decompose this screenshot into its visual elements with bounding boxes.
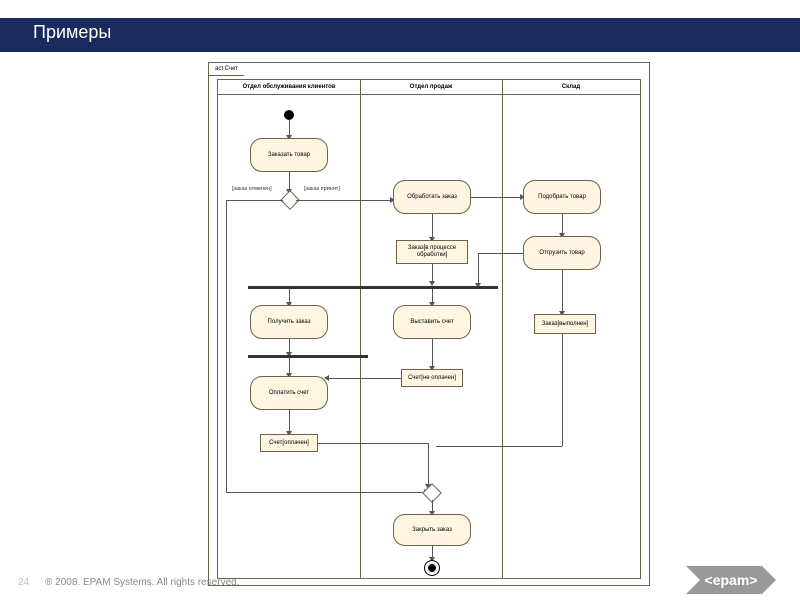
activity-process-order: Обработать заказ xyxy=(393,180,471,214)
lane-sep-1 xyxy=(360,80,361,578)
fork-bar xyxy=(248,286,498,289)
logo-text: <epam> xyxy=(705,572,758,588)
activity-close-order: Закрыть заказ xyxy=(393,514,471,546)
activity-ship-goods: Отгрузить товар xyxy=(523,236,601,270)
object-invoice-paid: Счет[оплачен] xyxy=(260,434,318,452)
lane-header-sales: Отдел продаж xyxy=(360,80,502,95)
object-invoice-unpaid: Счет[не оплачен] xyxy=(401,369,463,387)
diagram-tab: act Счет xyxy=(208,62,244,76)
epam-logo: <epam> xyxy=(686,566,776,594)
lane-header-customer: Отдел обслуживания клиентов xyxy=(218,80,360,95)
title-bar xyxy=(0,18,800,52)
final-node xyxy=(424,560,440,576)
page-number: 24 xyxy=(18,577,29,588)
copyright: ® 2008. EPAM Systems. All rights reserve… xyxy=(45,577,239,588)
lane-header-warehouse: Склад xyxy=(502,80,640,95)
activity-pay-invoice: Оплатить счет xyxy=(250,376,328,410)
guard-rejected: [заказ отменен] xyxy=(232,186,272,192)
initial-node xyxy=(284,110,294,120)
lane-sep-2 xyxy=(502,80,503,578)
activity-diagram: act Счет Отдел обслуживания клиентов Отд… xyxy=(208,62,650,586)
object-order-processing: Заказ[в процессе обработки] xyxy=(396,240,468,264)
activity-order-goods: Заказать товар xyxy=(250,138,328,172)
object-order-done: Заказ[выполнен] xyxy=(534,314,596,334)
activity-issue-invoice: Выставить счет xyxy=(393,305,471,339)
swimlanes: Отдел обслуживания клиентов Отдел продаж… xyxy=(217,79,641,579)
activity-receive-order: Получить заказ xyxy=(250,305,328,339)
join-bar-1 xyxy=(248,355,368,358)
slide: Примеры act Счет Отдел обслуживания клие… xyxy=(0,0,800,600)
slide-title: Примеры xyxy=(33,22,111,43)
activity-pick-goods: Подобрать товар xyxy=(523,180,601,214)
guard-accepted: [заказ принят] xyxy=(304,186,340,192)
